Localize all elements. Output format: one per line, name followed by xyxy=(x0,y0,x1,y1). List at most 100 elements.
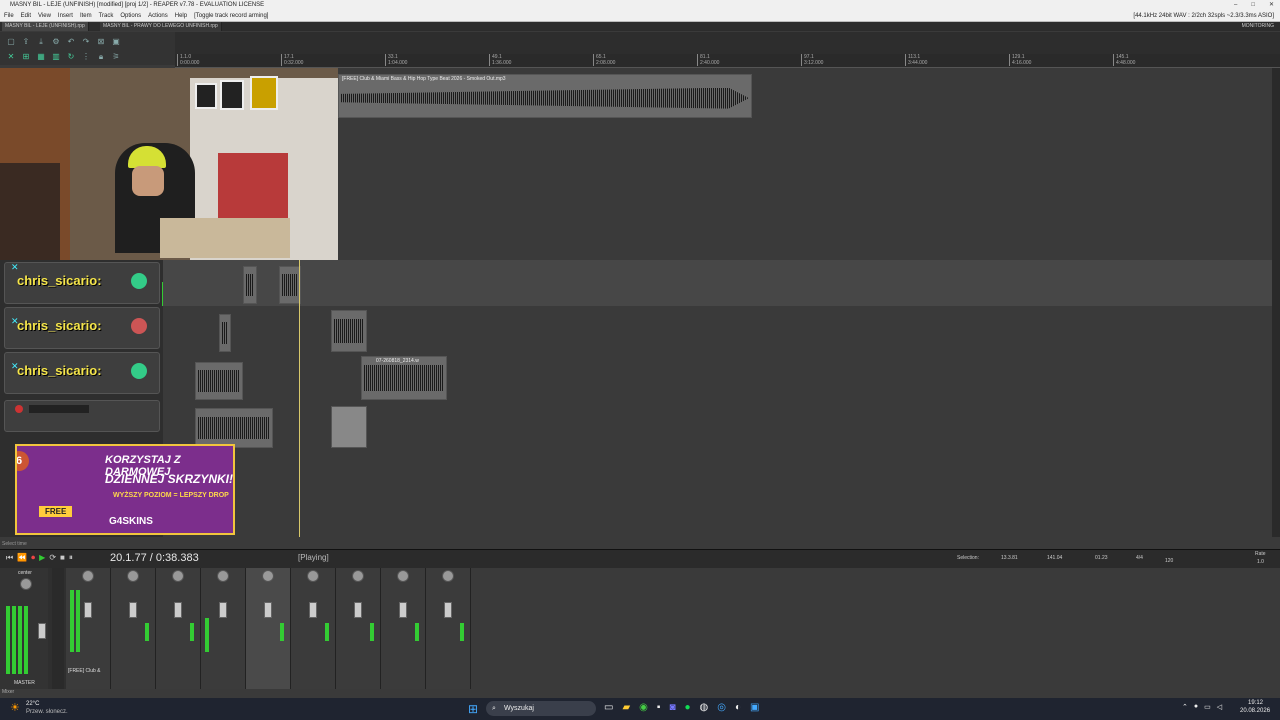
weather-temp[interactable]: 22°C xyxy=(26,701,39,707)
menu-actions[interactable]: Actions xyxy=(148,11,168,21)
menu-track[interactable]: Track xyxy=(99,11,114,21)
master-pan-knob[interactable] xyxy=(20,578,32,590)
weather-icon[interactable]: ☀ xyxy=(10,701,20,714)
menu-help[interactable]: Help xyxy=(175,11,187,21)
ripple-icon[interactable]: ▦ xyxy=(36,52,46,62)
menu-options[interactable]: Options xyxy=(120,11,141,21)
media-item[interactable] xyxy=(331,406,367,448)
volume-fader[interactable] xyxy=(219,602,227,618)
chrome-icon[interactable]: ◉ xyxy=(639,702,648,713)
selection-length[interactable]: 01.23 xyxy=(1095,555,1108,561)
arrange-view-top[interactable]: [FREE] Club & Miami Bass & Hip Hop Type … xyxy=(338,68,1272,260)
mixer-tab[interactable]: Mixer xyxy=(2,689,14,695)
pan-knob[interactable] xyxy=(397,570,409,582)
track-lane-4[interactable] xyxy=(163,400,1272,448)
lock-icon[interactable]: 🔒︎ xyxy=(96,52,106,62)
volume-fader[interactable] xyxy=(174,602,182,618)
mic-icon[interactable]: ● xyxy=(1194,703,1198,711)
media-item[interactable] xyxy=(219,314,231,352)
beat-media-item[interactable]: [FREE] Club & Miami Bass & Hip Hop Type … xyxy=(338,74,752,118)
metronome-icon[interactable]: ⊠ xyxy=(96,37,106,47)
tempo-value[interactable]: 120 xyxy=(1165,558,1173,564)
menu-file[interactable]: File xyxy=(4,11,14,21)
track-header-2[interactable]: chris_sicario: ✕ xyxy=(4,307,160,349)
new-project-icon[interactable]: ▢ xyxy=(6,37,16,47)
project-settings-icon[interactable]: ⚙ xyxy=(51,37,61,47)
record-icon[interactable]: ⏺ xyxy=(31,553,35,563)
track-name-field[interactable] xyxy=(29,405,89,413)
toggle-icon[interactable]: ▣ xyxy=(111,37,121,47)
envelope-icon[interactable]: ⋮ xyxy=(81,52,91,62)
tab-project-2[interactable]: MASNY BIL - PRAWY DO LEWEGO UNFINISH.rpp xyxy=(100,22,222,31)
open-project-icon[interactable]: ⇪ xyxy=(21,37,31,47)
grouping-icon[interactable]: ▥ xyxy=(51,52,61,62)
stop-icon[interactable]: ■ xyxy=(60,553,65,563)
vox-media-item[interactable]: 07-260818_2314.w xyxy=(361,356,447,400)
weather-desc[interactable]: Przew. słonecz. xyxy=(26,709,68,715)
selection-start[interactable]: 13.3.81 xyxy=(1001,555,1018,561)
close-button[interactable]: ✕ xyxy=(1269,0,1274,11)
mixer-strip[interactable] xyxy=(336,568,381,689)
steam-icon[interactable]: ◎ xyxy=(717,702,726,713)
discord-icon[interactable]: ◙ xyxy=(669,702,675,713)
undo-icon[interactable]: ↶ xyxy=(66,37,76,47)
media-item[interactable] xyxy=(331,310,367,352)
file-explorer-icon[interactable]: ▰ xyxy=(622,702,630,713)
app-icon[interactable]: ▣ xyxy=(750,702,759,713)
pan-knob[interactable] xyxy=(307,570,319,582)
volume-fader[interactable] xyxy=(444,602,452,618)
volume-fader[interactable] xyxy=(129,602,137,618)
start-button[interactable]: ⊞ xyxy=(468,702,478,716)
previous-icon[interactable]: ⏪ xyxy=(17,553,27,563)
mixer-strip[interactable] xyxy=(111,568,156,689)
pan-knob[interactable] xyxy=(127,570,139,582)
mixer-strip[interactable]: [FREE] Club & xyxy=(66,568,111,689)
volume-icon[interactable]: ◁ xyxy=(1217,703,1222,711)
clock-date[interactable]: 20.08.2026 xyxy=(1240,708,1270,714)
snap-icon[interactable]: ⊞ xyxy=(21,52,31,62)
mixer-strip[interactable] xyxy=(381,568,426,689)
media-item[interactable] xyxy=(243,266,257,304)
track-header-4[interactable] xyxy=(4,400,160,432)
repeat-icon[interactable]: ⟳ xyxy=(49,553,56,563)
save-project-icon[interactable]: ⤓ xyxy=(36,37,46,47)
mixer-strip[interactable] xyxy=(156,568,201,689)
pan-knob[interactable] xyxy=(82,570,94,582)
volume-fader[interactable] xyxy=(309,602,317,618)
volume-fader[interactable] xyxy=(354,602,362,618)
track-lane-2[interactable] xyxy=(163,306,1272,352)
menu-insert[interactable]: Insert xyxy=(58,11,73,21)
pan-knob[interactable] xyxy=(262,570,274,582)
mixer-strip[interactable] xyxy=(201,568,246,689)
crossfade-icon[interactable]: ⚞ xyxy=(111,52,121,62)
volume-fader[interactable] xyxy=(264,602,272,618)
track-header-1[interactable]: chris_sicario: ✕ xyxy=(4,262,160,304)
rate-value[interactable]: 1.0 xyxy=(1257,559,1264,565)
play-icon[interactable]: ▶ xyxy=(39,553,45,563)
menu-item[interactable]: Item xyxy=(80,11,92,21)
redo-icon[interactable]: ↷ xyxy=(81,37,91,47)
timeline-ruler[interactable]: 1.1.0 0:00.000 17.1 0:32.000 33.1 1:04.000 … xyxy=(175,54,1280,68)
minimize-button[interactable]: – xyxy=(1234,0,1237,11)
tray-chevron-icon[interactable]: ⌃ xyxy=(1182,703,1188,711)
reaper-icon[interactable]: ◐ xyxy=(735,702,741,713)
network-icon[interactable]: ▭ xyxy=(1204,703,1211,711)
tab-project-1[interactable]: MASNY BIL - LEJE (UNFINISH).rpp xyxy=(2,22,89,31)
app-icon[interactable]: ◍ xyxy=(700,702,709,713)
record-arm-button[interactable] xyxy=(15,405,23,413)
master-fader[interactable] xyxy=(38,623,46,639)
track-header-3[interactable]: chris_sicario: ✕ xyxy=(4,352,160,394)
grid-icon[interactable]: ✕ xyxy=(6,52,16,62)
task-view-icon[interactable]: ▭ xyxy=(604,702,613,713)
menu-edit[interactable]: Edit xyxy=(21,11,31,21)
selection-end[interactable]: 141.04 xyxy=(1047,555,1062,561)
media-item[interactable] xyxy=(195,408,273,448)
pan-knob[interactable] xyxy=(442,570,454,582)
volume-fader[interactable] xyxy=(84,602,92,618)
spotify-icon[interactable]: ● xyxy=(684,702,690,713)
menu-view[interactable]: View xyxy=(38,11,51,21)
clock-time[interactable]: 19:12 xyxy=(1248,700,1263,706)
mixer-strip[interactable] xyxy=(291,568,336,689)
app-icon[interactable]: ▪ xyxy=(657,702,661,713)
track-lane-1[interactable] xyxy=(163,260,1272,306)
